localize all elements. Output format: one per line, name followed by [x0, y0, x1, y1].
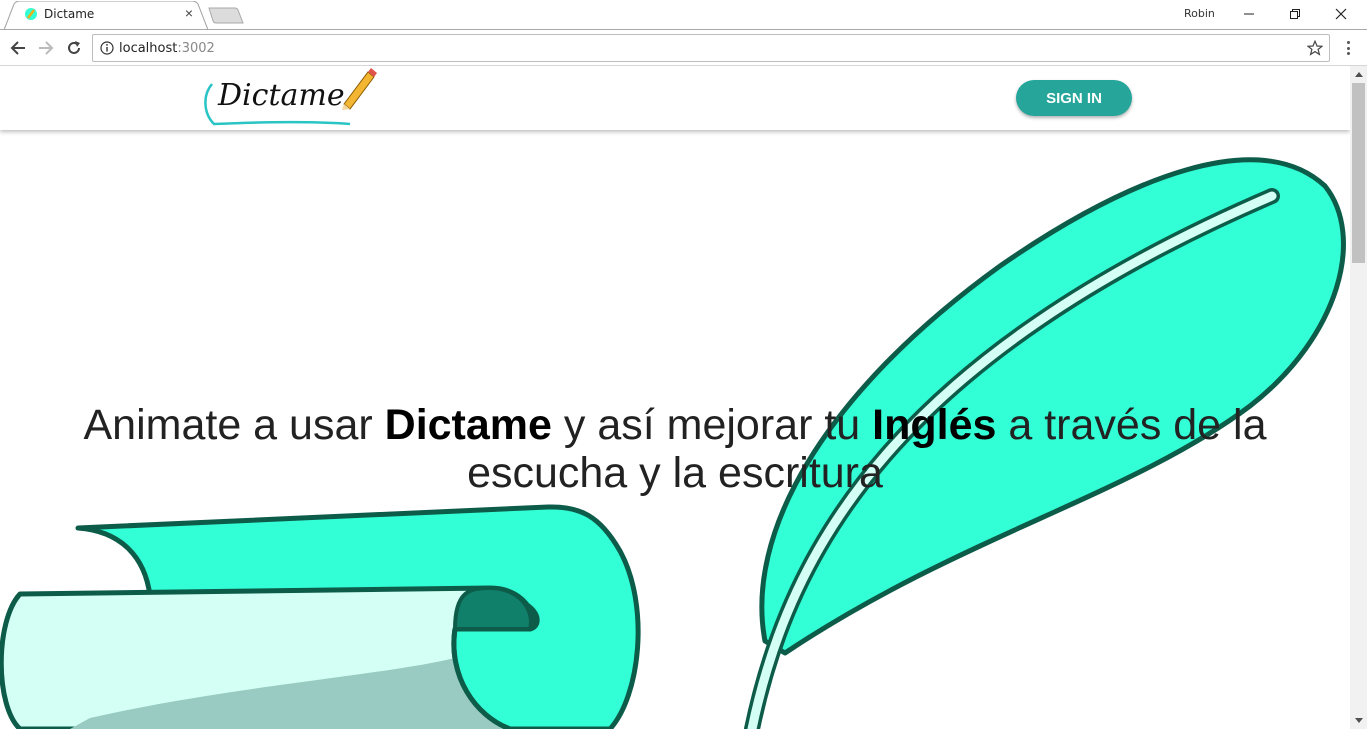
- browser-toolbar: localhost:3002: [0, 29, 1367, 66]
- info-icon[interactable]: [100, 41, 114, 55]
- site-header: Dictame SIGN IN: [0, 66, 1350, 130]
- site-logo[interactable]: Dictame: [200, 66, 380, 130]
- scroll-up-icon[interactable]: [1350, 66, 1367, 83]
- hero-heading: Animate a usar Dictame y así mejorar tu …: [0, 401, 1350, 497]
- pencil-icon: [342, 68, 377, 110]
- logo-text: Dictame: [218, 78, 345, 113]
- hero-illustration: [0, 157, 1346, 729]
- address-bar[interactable]: localhost:3002: [92, 34, 1330, 62]
- hero-language: Inglés: [872, 401, 997, 449]
- profile-name[interactable]: Robin: [1184, 7, 1215, 20]
- url-text[interactable]: localhost:3002: [119, 41, 215, 56]
- tab-favicon-icon: [25, 8, 37, 20]
- url-port: :3002: [177, 41, 215, 56]
- hero-text-part2: y así mejorar tu: [551, 401, 873, 449]
- menu-icon[interactable]: [1340, 38, 1356, 58]
- star-icon[interactable]: [1307, 40, 1323, 56]
- reload-icon[interactable]: [63, 37, 85, 59]
- close-icon[interactable]: ×: [181, 4, 197, 22]
- tab-title: Dictame: [44, 7, 95, 21]
- window-close-icon[interactable]: [1318, 0, 1364, 28]
- scrollbar-thumb[interactable]: [1352, 83, 1365, 263]
- maximize-icon[interactable]: [1272, 0, 1318, 28]
- url-host: localhost: [119, 41, 178, 56]
- page-viewport: Dictame SIGN IN Animate a usar Dictame y…: [0, 66, 1350, 729]
- scroll-icon: [0, 504, 641, 729]
- signin-button[interactable]: SIGN IN: [1016, 80, 1132, 116]
- scroll-down-icon[interactable]: [1350, 712, 1367, 729]
- page-scrollbar[interactable]: [1350, 66, 1367, 729]
- hero-brand-name: Dictame: [384, 401, 552, 449]
- browser-titlebar: Dictame × Robin: [0, 0, 1367, 30]
- minimize-icon[interactable]: [1226, 0, 1272, 28]
- forward-arrow-icon[interactable]: [35, 37, 57, 59]
- back-arrow-icon[interactable]: [7, 37, 29, 59]
- new-tab-button[interactable]: [208, 7, 244, 24]
- hero-text-part1: Animate a usar: [83, 401, 385, 449]
